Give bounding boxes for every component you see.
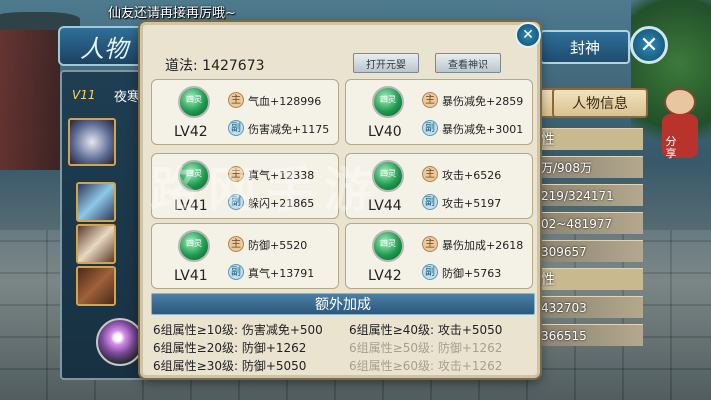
sub-badge: 副 [228,264,244,280]
gem-icon: 四灵 [178,160,210,192]
gem-icon: 四灵 [178,230,210,262]
attr-row: 432703 [535,296,643,318]
popup-close-button[interactable]: ✕ [515,22,541,48]
gem-icon: 四灵 [372,160,404,192]
card-level: LV42 [368,268,402,284]
character-title-tab[interactable]: 人物 [58,26,150,66]
main-badge: 主 [228,236,244,252]
gem-icon: 四灵 [372,86,404,118]
card-level: LV40 [368,124,402,140]
main-stat: 暴伤减免+2859 [442,95,524,108]
sub-stat: 暴伤减免+3001 [442,123,524,136]
main-badge: 主 [228,166,244,182]
bonus-line: 6组属性≥40级: 攻击+5050 [349,323,503,337]
gem-icon: 四灵 [178,86,210,118]
attr-row: 366515 [535,324,643,346]
sub-stat: 伤害减免+1175 [248,123,330,136]
soul-card-1[interactable]: 四灵 LV42 主 气血+128996 副 伤害减免+1175 [151,79,339,145]
dao-value: 1427673 [202,58,265,74]
attr-row: 309657 [535,240,643,262]
sub-stat: 真气+13791 [248,267,315,280]
main-stat: 防御+5520 [248,239,308,252]
main-badge: 主 [228,92,244,108]
bonus-line-inactive: 6组属性≥50级: 防御+1262 [349,341,503,355]
dao-score: 道法: 1427673 [165,55,265,75]
sub-stat: 躲闪+21865 [248,197,315,210]
weapon-slot[interactable] [76,182,116,222]
main-stat: 暴伤加成+2618 [442,239,524,252]
open-yuanying-button[interactable]: 打开元婴 [353,53,419,73]
yuanying-popup: 道法: 1427673 打开元婴 查看神识 四灵 LV42 主 气血+12899… [140,22,540,378]
share-mascot[interactable]: 分享 [660,88,700,168]
card-level: LV44 [368,198,402,214]
main-stat: 气血+128996 [248,95,322,108]
card-level: LV42 [174,124,208,140]
sub-badge: 副 [228,194,244,210]
bonus-line: 6组属性≥30级: 防御+5050 [153,359,307,373]
main-badge: 主 [422,92,438,108]
ring-slot[interactable] [96,318,144,366]
sub-badge: 副 [422,194,438,210]
main-stat: 真气+12338 [248,169,315,182]
accessory-slot[interactable] [76,224,116,264]
soul-card-3[interactable]: 四灵 LV41 主 真气+12338 副 躲闪+21865 [151,153,339,219]
attr-header-2: 性 [535,268,643,290]
bonus-line: 6组属性≥20级: 防御+1262 [153,341,307,355]
vip-level: V11 [72,88,96,102]
attr-row: 219/324171 [535,184,643,206]
sub-badge: 副 [228,120,244,136]
view-shenshi-button[interactable]: 查看神识 [435,53,501,73]
main-stat: 攻击+6526 [442,169,502,182]
character-info-tab[interactable]: 人物信息 [552,88,648,118]
card-level: LV41 [174,268,208,284]
fengshen-tab[interactable]: 封神 [540,30,630,64]
share-label: 分享 [665,135,677,160]
close-icon: ✕ [522,27,534,43]
boots-slot[interactable] [76,266,116,306]
soul-card-6[interactable]: 四灵 LV42 主 暴伤加成+2618 副 防御+5763 [345,223,533,289]
soul-card-4[interactable]: 四灵 LV44 主 攻击+6526 副 攻击+5197 [345,153,533,219]
sub-stat: 攻击+5197 [442,197,502,210]
main-badge: 主 [422,166,438,182]
character-name: 夜寒 [114,90,141,105]
attr-row: 万/908万 [535,156,643,178]
attr-row: 02~481977 [535,212,643,234]
bonus-line: 6组属性≥10级: 伤害减免+500 [153,323,323,337]
close-icon: ✕ [639,32,659,58]
sub-badge: 副 [422,120,438,136]
attr-header: 性 [535,128,643,150]
main-close-button[interactable]: ✕ [630,26,668,64]
helmet-slot[interactable] [68,118,116,166]
dao-label: 道法: [165,58,198,74]
soul-card-5[interactable]: 四灵 LV41 主 防御+5520 副 真气+13791 [151,223,339,289]
soul-card-2[interactable]: 四灵 LV40 主 暴伤减免+2859 副 暴伤减免+3001 [345,79,533,145]
top-message: 仙友还请再接再厉哦~ [108,6,236,21]
background-pavilion [0,12,80,170]
sub-stat: 防御+5763 [442,267,502,280]
mascot-head [664,88,696,116]
card-level: LV41 [174,198,208,214]
main-badge: 主 [422,236,438,252]
gem-icon: 四灵 [372,230,404,262]
bonus-line-inactive: 6组属性≥60级: 攻击+1262 [349,359,503,373]
sub-badge: 副 [422,264,438,280]
bonus-title-bar: 额外加成 [151,293,535,315]
